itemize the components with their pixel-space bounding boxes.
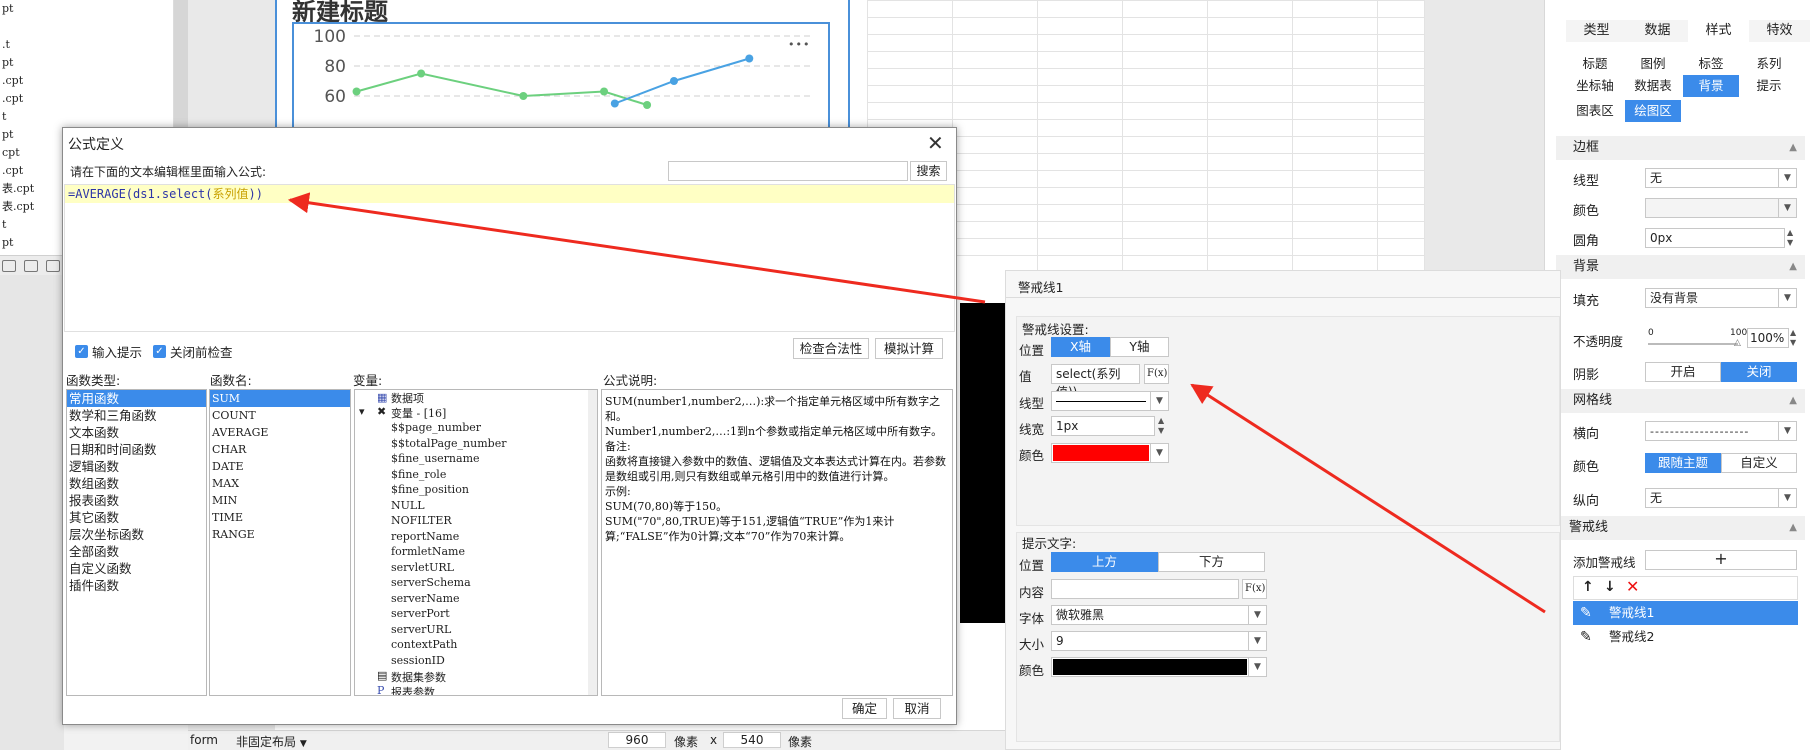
annotation-arrows <box>287 192 1546 614</box>
arrow-to-value-field <box>1190 383 1546 614</box>
arrow-to-formula <box>287 192 986 304</box>
